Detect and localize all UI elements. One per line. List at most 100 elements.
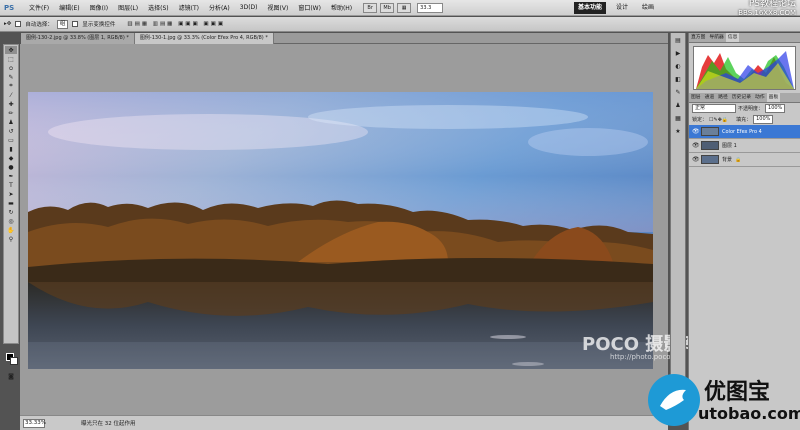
options-bar: ▸✥ 自动选择： 组 显示变换控件 ▥▤▦ ▥▤▦ ▣▣▣ ▣▣▣ (0, 17, 800, 32)
move-tool-icon[interactable]: ▸✥ (4, 21, 11, 27)
status-bar: 33.33% 曝光只在 32 位起作用 (20, 415, 668, 430)
photo-canvas[interactable] (28, 92, 653, 369)
tab-layers-group-1[interactable]: 通道 (703, 93, 717, 102)
tab-document-1[interactable]: 图例-130-1.jpg @ 33.3% (Color Efex Pro 4, … (134, 33, 274, 44)
lasso-tool-icon[interactable]: ᴑ (5, 64, 17, 72)
menu-help[interactable]: 帮助(H) (326, 3, 357, 12)
background-color-swatch[interactable] (10, 357, 18, 365)
zoom-tool-icon[interactable]: ⚲ (5, 235, 17, 243)
menu-3d[interactable]: 3D(D) (235, 4, 263, 11)
brushes-panel-icon[interactable]: ✎ (673, 89, 684, 98)
path-select-tool-icon[interactable]: ➤ (5, 190, 17, 198)
bridge-icon[interactable]: Br (363, 2, 378, 13)
marquee-tool-icon[interactable]: ⬚ (5, 55, 17, 63)
tab-info[interactable]: 信息 (725, 33, 740, 42)
fill-label: 填充： (736, 117, 752, 123)
actions-panel-icon[interactable]: ▶ (673, 50, 684, 59)
utobao-site-name: 优图宝 (704, 380, 771, 405)
gradient-tool-icon[interactable]: ▮ (5, 145, 17, 153)
minibridge-icon[interactable]: Mb (380, 2, 395, 13)
blend-mode-dropdown[interactable]: 正常 (692, 104, 736, 113)
menu-filter[interactable]: 滤镜(T) (174, 3, 204, 12)
auto-select-dropdown[interactable]: 组 (56, 19, 69, 29)
layer-name[interactable]: 图层 1 (722, 142, 737, 149)
menu-image[interactable]: 图像(I) (85, 3, 113, 12)
menu-view[interactable]: 视图(V) (263, 3, 294, 12)
visibility-eye-icon[interactable]: 👁 (692, 142, 700, 149)
hand-tool-icon[interactable]: ✋ (5, 226, 17, 234)
healing-brush-tool-icon[interactable]: ✚ (5, 100, 17, 108)
menu-layer[interactable]: 图层(L) (113, 3, 143, 12)
pen-tool-icon[interactable]: ✒ (5, 172, 17, 180)
menu-edit[interactable]: 编辑(E) (54, 3, 84, 12)
workspace-design-button[interactable]: 设计 (612, 2, 632, 14)
tab-navigator[interactable]: 导航器 (707, 33, 725, 42)
crop-tool-icon[interactable]: ⌗ (5, 82, 17, 90)
align-icons[interactable]: ▥▤▦ ▥▤▦ ▣▣▣ ▣▣▣ (127, 21, 225, 27)
eyedropper-tool-icon[interactable]: ⁄ (5, 91, 17, 99)
lock-icons[interactable]: ☐✎✥🔒 (709, 117, 728, 123)
workspace-essentials-button[interactable]: 基本功能 (574, 2, 607, 14)
tab-layers-group-3[interactable]: 历史记录 (730, 93, 753, 102)
menu-window[interactable]: 窗口(W) (293, 3, 326, 12)
opacity-field[interactable]: 100% (765, 104, 786, 113)
zoom-level-field[interactable]: 33.3 (417, 2, 444, 13)
eraser-tool-icon[interactable]: ▭ (5, 136, 17, 144)
status-zoom-field[interactable]: 33.33% (23, 418, 46, 428)
top-watermark-title: PS教程论坛 (748, 0, 796, 9)
visibility-eye-icon[interactable]: 👁 (692, 156, 700, 163)
show-transform-checkbox[interactable] (72, 21, 79, 27)
status-info: 曝光只在 32 位起作用 (81, 421, 136, 427)
clone-stamp-tool-icon[interactable]: ♟ (5, 118, 17, 126)
move-tool-icon[interactable]: ✥ (5, 46, 17, 54)
menu-file[interactable]: 文件(F) (24, 3, 54, 12)
workspace-painting-button[interactable]: 绘画 (638, 2, 658, 14)
tab-layers-group-4[interactable]: 动作 (753, 93, 767, 102)
layer-name[interactable]: Color Efex Pro 4 (722, 129, 762, 135)
adjustments-panel-icon[interactable]: ◐ (673, 63, 684, 72)
shape-tool-icon[interactable]: ▬ (5, 199, 17, 207)
layer-thumbnail (701, 141, 719, 150)
history-panel-icon[interactable]: ▤ (673, 37, 684, 46)
visibility-eye-icon[interactable]: 👁 (692, 128, 700, 135)
view-extras-icon[interactable]: ▦ (397, 2, 412, 13)
layer-thumbnail (701, 155, 719, 164)
layer-thumbnail (701, 127, 719, 136)
dodge-tool-icon[interactable]: ● (5, 163, 17, 171)
quick-select-tool-icon[interactable]: ✎ (5, 73, 17, 81)
auto-select-checkbox[interactable] (15, 21, 22, 27)
tab-layers-group-0[interactable]: 图层 (689, 93, 703, 102)
layer-name[interactable]: 背景 (722, 156, 732, 163)
layer-row[interactable]: 👁 Color Efex Pro 4 (689, 125, 800, 139)
fill-field[interactable]: 100% (753, 115, 774, 124)
history-brush-tool-icon[interactable]: ↺ (5, 127, 17, 135)
clone-source-panel-icon[interactable]: ♟ (673, 102, 684, 111)
quick-mask-icon[interactable]: ◙ (5, 372, 17, 380)
histogram-panel-tabs: 直方图 导航器 信息 (689, 33, 800, 43)
blur-tool-icon[interactable]: ◆ (5, 154, 17, 162)
app-logo: PS (4, 3, 15, 12)
tab-histogram[interactable]: 直方图 (689, 33, 707, 42)
3d-rotate-tool-icon[interactable]: ↻ (5, 208, 17, 216)
menu-analysis[interactable]: 分析(A) (204, 3, 235, 12)
brush-tool-icon[interactable]: ✏ (5, 109, 17, 117)
tab-layers-group-5[interactable]: 画板 (766, 93, 781, 102)
top-watermark: PS教程论坛 BBS.16XX8.COM (738, 0, 796, 18)
tab-layers-group-2[interactable]: 路径 (716, 93, 730, 102)
document-tab-bar: 图例-130-2.jpg @ 33.8% (图层 1, RGB/8) * 图例-… (21, 33, 668, 44)
landscape-photo (28, 92, 653, 369)
swatches-panel-icon[interactable]: ▦ (673, 115, 684, 124)
layer-row[interactable]: 👁 背景 🔒 (689, 153, 800, 167)
3d-camera-tool-icon[interactable]: ◎ (5, 217, 17, 225)
auto-select-label: 自动选择： (25, 22, 53, 28)
type-tool-icon[interactable]: T (5, 181, 17, 189)
tab-document-2[interactable]: 图例-130-2.jpg @ 33.8% (图层 1, RGB/8) * (21, 33, 135, 44)
styles-panel-icon[interactable]: ★ (673, 128, 684, 137)
menu-select[interactable]: 选择(S) (143, 3, 174, 12)
histogram-chart (693, 46, 796, 90)
panel-icon-strip: ▤ ▶ ◐ ◧ ✎ ♟ ▦ ★ (670, 33, 686, 415)
canvas-area[interactable]: POCO 摄影专题 http://photo.poco.cn/ (20, 44, 717, 415)
layers-panel-tabs: 图层 通道 路径 历史记录 动作 画板 (689, 93, 800, 103)
masks-panel-icon[interactable]: ◧ (673, 76, 684, 85)
layer-row[interactable]: 👁 图层 1 (689, 139, 800, 153)
